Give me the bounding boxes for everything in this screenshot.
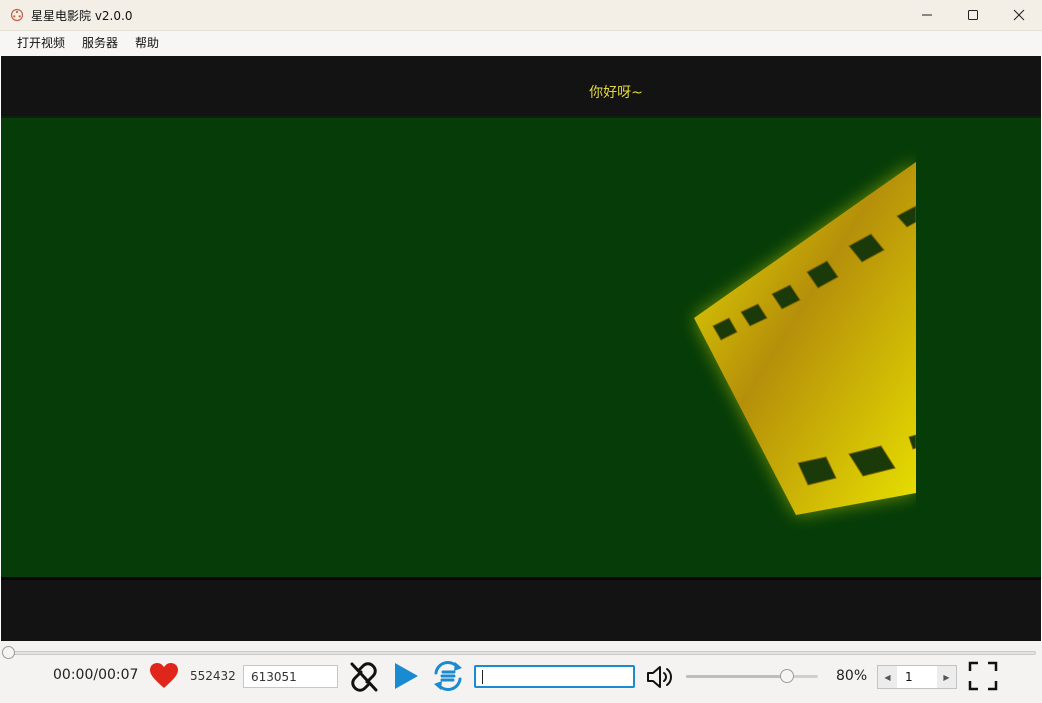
menu-bar: 打开视频 服务器 帮助: [0, 31, 1042, 56]
video-frame: [1, 116, 1041, 580]
sync-icon: [434, 661, 462, 691]
menu-help[interactable]: 帮助: [129, 31, 165, 56]
menu-open-video[interactable]: 打开视频: [11, 31, 71, 56]
minimize-button[interactable]: [904, 0, 950, 31]
unlink-icon[interactable]: [346, 660, 381, 693]
seek-bar[interactable]: [8, 651, 1036, 655]
maximize-button[interactable]: [950, 0, 996, 31]
close-button[interactable]: [996, 0, 1042, 31]
video-player[interactable]: 你好呀~: [1, 56, 1041, 641]
minimize-icon: [922, 14, 932, 16]
film-reel-icon: [9, 7, 25, 23]
volume-slider[interactable]: [686, 669, 818, 683]
episode-spinbox[interactable]: ◀ 1 ▶: [877, 665, 957, 689]
spin-increase-button[interactable]: ▶: [937, 666, 956, 688]
menu-server[interactable]: 服务器: [76, 31, 124, 56]
room-id-input[interactable]: [243, 665, 338, 688]
control-bar: 00:00/00:07 552432 613051 80% ◀ 1 ▶: [0, 641, 1042, 703]
sync-button[interactable]: [430, 659, 466, 693]
window-title: 星星电影院 v2.0.0: [31, 8, 133, 23]
time-display: 00:00/00:07: [53, 667, 139, 683]
volume-percent: 80%: [836, 668, 868, 684]
text-caret: [482, 670, 483, 684]
close-icon: [1013, 9, 1025, 21]
title-bar: 星星电影院 v2.0.0: [0, 0, 1042, 31]
speaker-icon[interactable]: [645, 663, 677, 691]
danmaku-subtitle: 你好呀~: [589, 85, 643, 101]
maximize-icon: [968, 10, 978, 20]
heart-icon[interactable]: [149, 662, 179, 690]
film-strip-image: [694, 118, 1041, 577]
fullscreen-icon[interactable]: [967, 660, 999, 692]
episode-value[interactable]: 1: [897, 666, 937, 688]
danmaku-input[interactable]: [474, 665, 635, 688]
volume-handle[interactable]: [780, 669, 794, 683]
play-button[interactable]: [391, 661, 421, 691]
like-count: 552432: [190, 669, 236, 683]
play-icon: [395, 663, 418, 689]
seek-handle[interactable]: [2, 646, 15, 659]
volume-fill: [686, 675, 787, 678]
spin-decrease-button[interactable]: ◀: [878, 666, 897, 688]
